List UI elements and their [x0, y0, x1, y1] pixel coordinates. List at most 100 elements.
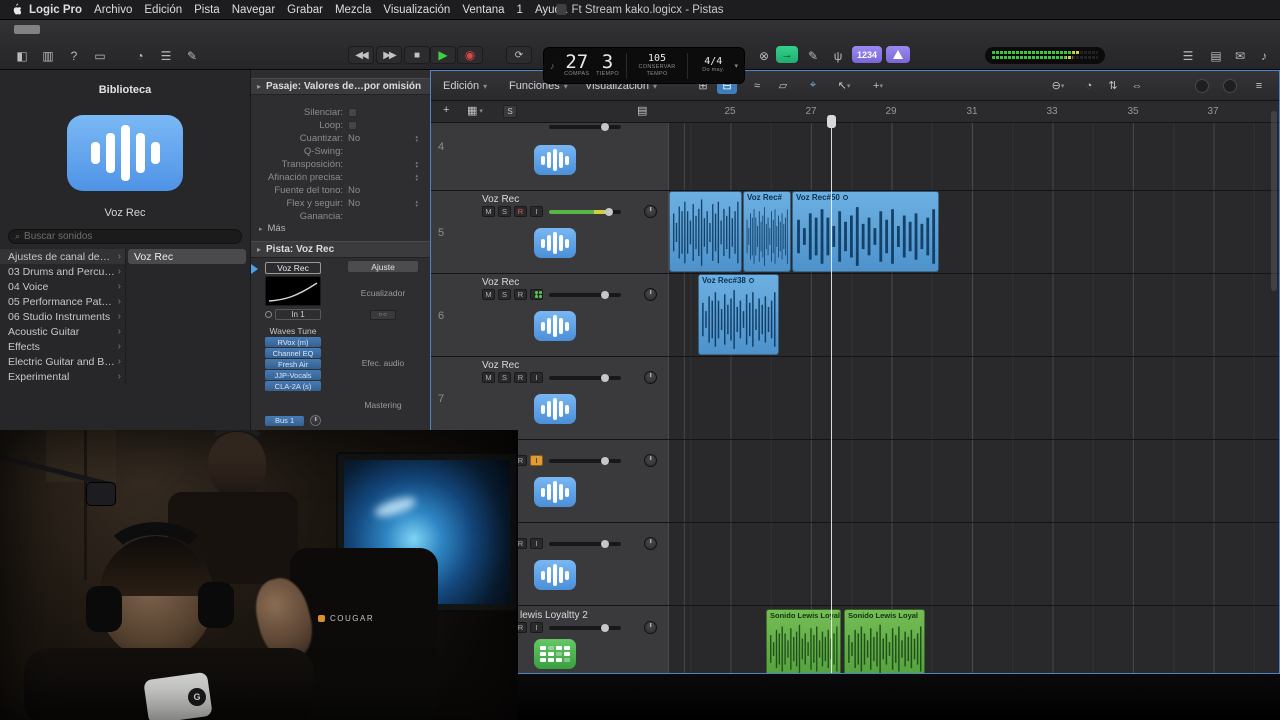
library-category[interactable]: 06 Studio Instruments›	[0, 309, 125, 324]
track-header[interactable]: 4	[431, 123, 669, 190]
tuner-icon[interactable]: ψ	[826, 46, 850, 65]
param-row[interactable]: Transposición:▴▾	[251, 158, 430, 171]
solo-button[interactable]: S	[498, 206, 511, 217]
midi-fx-slot[interactable]: Waves Tune	[265, 326, 321, 336]
library-category[interactable]: Acoustic Guitar›	[0, 324, 125, 339]
slider-knob[interactable]	[601, 540, 609, 548]
waveform-zoom-knob[interactable]	[1195, 79, 1209, 93]
smart-controls-icon[interactable]: ◔	[128, 46, 152, 65]
notes-icon[interactable]: ✉	[1228, 46, 1252, 65]
param-row[interactable]: Ganancia:	[251, 210, 430, 223]
track-height-knob[interactable]	[1223, 79, 1237, 93]
record-arm-button[interactable]: R	[514, 289, 527, 300]
track-header[interactable]: Voz Rec 5 M S R I	[431, 191, 669, 273]
pan-knob[interactable]	[644, 205, 657, 218]
record-button[interactable]: ◉	[457, 46, 483, 64]
param-row[interactable]: Loop:	[251, 119, 430, 132]
send-knob[interactable]	[310, 415, 321, 426]
app-menu[interactable]: Logic Pro	[23, 4, 88, 16]
param-row[interactable]: Afinación precisa:▴▾	[251, 171, 430, 184]
slider-knob[interactable]	[601, 291, 609, 299]
menu-item-1[interactable]: 1	[511, 4, 529, 16]
track-row[interactable]: 4	[431, 123, 1279, 191]
stereo-format-button[interactable]: ○○	[347, 310, 419, 320]
lcd-display[interactable]: ♪ 27 COMPAS 3 TIEMPO 105 CONSERVAR TEMPO…	[543, 47, 745, 84]
pan-knob[interactable]	[644, 454, 657, 467]
catch-playhead-icon[interactable]: ◔	[1079, 77, 1099, 94]
zoom-presets-menu[interactable]: ⊖▾	[1043, 77, 1073, 94]
input-monitor-button[interactable]: I	[530, 538, 543, 549]
send-button[interactable]: Bus 1	[265, 416, 304, 426]
track-lane[interactable]	[669, 123, 1279, 190]
solo-button[interactable]: S	[498, 372, 511, 383]
menu-item-grabar[interactable]: Grabar	[281, 4, 329, 16]
record-arm-button[interactable]: R	[514, 372, 527, 383]
library-category[interactable]: Ajustes de canal de…›	[0, 249, 125, 264]
playhead-handle[interactable]	[827, 115, 836, 128]
lcd-chevron-icon[interactable]: ▾	[735, 62, 739, 70]
volume-slider[interactable]	[549, 125, 621, 129]
track-row[interactable]: Voz Rec 7 M S R I	[431, 357, 1279, 440]
input-monitor-button[interactable]: I	[530, 372, 543, 383]
library-category[interactable]: 04 Voice›	[0, 279, 125, 294]
editors-toggle-icon[interactable]: ▭	[88, 46, 112, 65]
mute-button[interactable]: M	[482, 206, 495, 217]
menu-item-edicion[interactable]: Edición	[138, 4, 188, 16]
audio-region[interactable]: Sonido Lewis Loyalty	[766, 609, 841, 674]
input-monitor-button[interactable]: I	[530, 622, 543, 633]
plugin-slot[interactable]: RVox (m)	[265, 337, 321, 347]
menu-item-navegar[interactable]: Navegar	[226, 4, 281, 16]
vertical-zoom-icon[interactable]: ⇅	[1103, 77, 1123, 94]
crosshair-icon[interactable]: ⌖	[803, 77, 823, 94]
no-overlap-icon[interactable]: ⊗	[752, 46, 776, 65]
input-button[interactable]: In 1	[275, 309, 321, 320]
mute-button[interactable]: M	[482, 289, 495, 300]
param-row[interactable]: Fuente del tono:No	[251, 184, 430, 197]
track-header[interactable]: Voz Rec 7 M S R I	[431, 357, 669, 439]
slider-knob[interactable]	[601, 457, 609, 465]
metronome-button[interactable]	[886, 46, 910, 63]
volume-slider[interactable]	[549, 626, 621, 630]
input-row[interactable]: In 1	[265, 309, 321, 320]
param-row[interactable]: Flex y seguir:No▴▾	[251, 197, 430, 210]
waveform-zoom-icon[interactable]: ≈	[747, 77, 767, 94]
volume-slider[interactable]	[549, 376, 621, 380]
audio-region[interactable]	[669, 191, 742, 272]
volume-slider[interactable]	[549, 293, 621, 297]
plugin-slot[interactable]: CLA-2A (s)	[265, 381, 321, 391]
track-row[interactable]: Voz Rec 6 M S R I	[431, 274, 1279, 357]
slider-knob[interactable]	[605, 208, 613, 216]
param-row[interactable]: Silenciar:	[251, 106, 430, 119]
menu-item-archivo[interactable]: Archivo	[88, 4, 138, 16]
pencil-icon[interactable]: ✎	[180, 46, 204, 65]
pan-knob[interactable]	[644, 288, 657, 301]
pan-knob[interactable]	[644, 537, 657, 550]
edit-menu[interactable]: Edición▾	[443, 71, 487, 101]
param-row[interactable]: Cuantizar:No▴▾	[251, 132, 430, 145]
stop-button[interactable]: ■	[404, 46, 430, 64]
apple-menu[interactable]	[10, 3, 21, 16]
track-lane[interactable]	[669, 523, 1279, 605]
vertical-scrollbar[interactable]	[1271, 111, 1277, 291]
param-row[interactable]: Q-Swing:	[251, 145, 430, 158]
input-monitor-button[interactable]: I	[530, 455, 543, 466]
audio-region[interactable]: Voz Rec#50	[792, 191, 939, 272]
plugin-slot[interactable]: Channel EQ	[265, 348, 321, 358]
solo-button[interactable]: S	[498, 289, 511, 300]
stepper-icon[interactable]: ▴▾	[415, 135, 418, 143]
audio-region[interactable]: Sonido Lewis Loyal	[844, 609, 925, 674]
track-inspector-header[interactable]: ▸ Pista: Voz Rec	[251, 241, 430, 258]
play-button[interactable]: ▶	[430, 46, 456, 64]
track-lane[interactable]	[669, 606, 1279, 674]
audio-region[interactable]: Voz Rec#	[743, 191, 791, 272]
pan-knob[interactable]	[644, 621, 657, 634]
inspector-toggle-icon[interactable]: ▥	[36, 46, 60, 65]
loop-checkbox[interactable]	[348, 121, 357, 130]
stepper-icon[interactable]: ▴▾	[415, 174, 418, 182]
menu-item-visualizacion[interactable]: Visualización	[377, 4, 456, 16]
library-category[interactable]: 05 Performance Pat…›	[0, 294, 125, 309]
mute-button[interactable]: M	[482, 372, 495, 383]
track-row[interactable]: 9 M S R I	[431, 523, 1279, 606]
window-controls-tab[interactable]	[14, 25, 40, 34]
filmstrip-icon[interactable]: ▤	[637, 104, 647, 117]
